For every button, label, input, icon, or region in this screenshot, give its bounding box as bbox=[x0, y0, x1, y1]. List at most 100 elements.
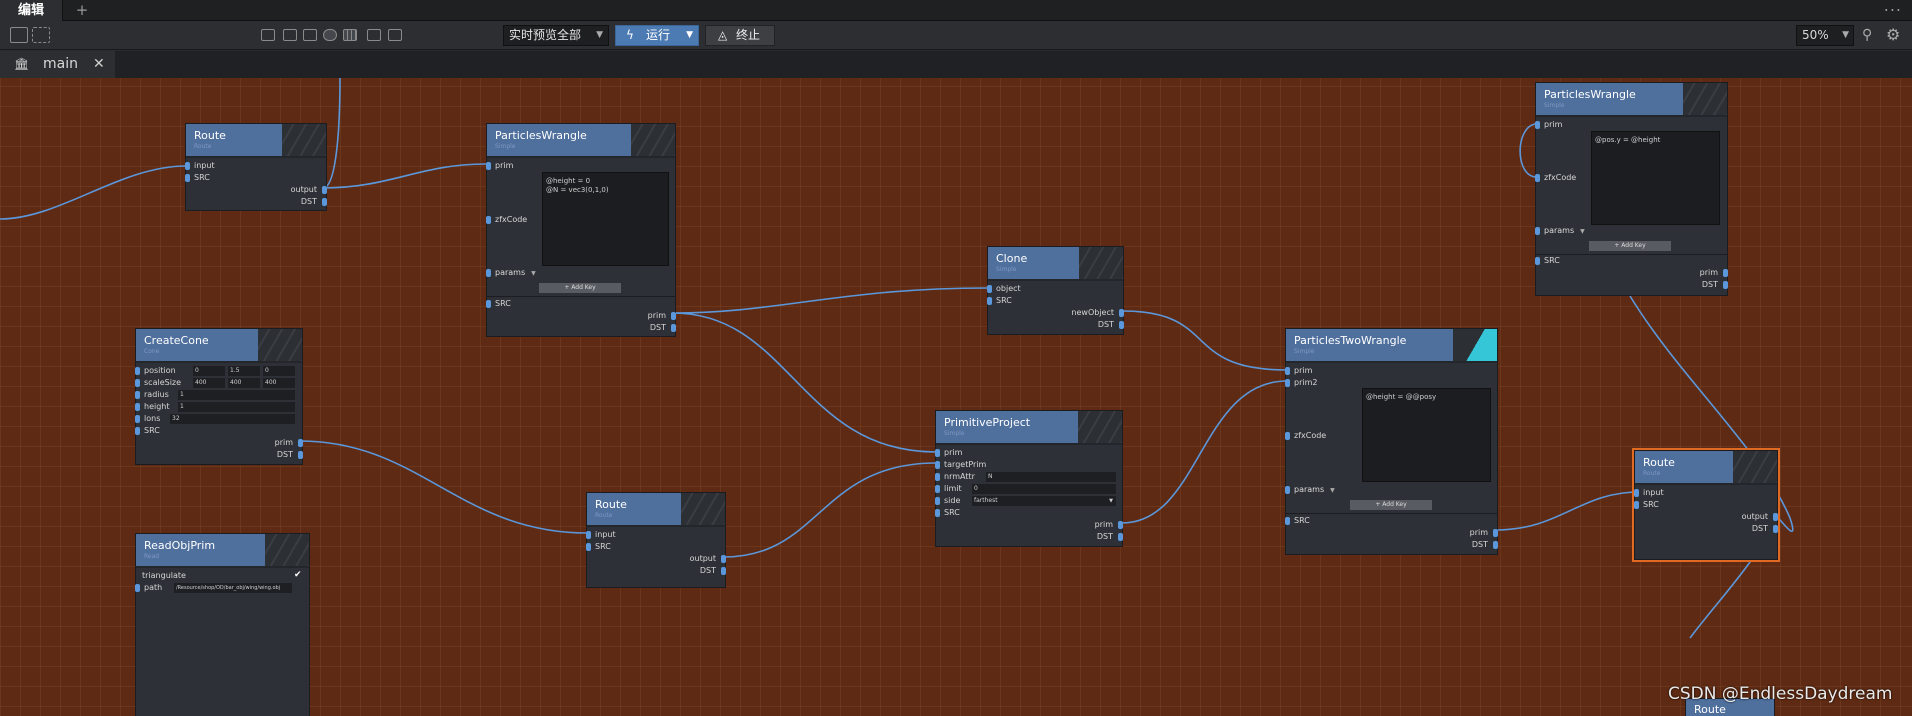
limit-field[interactable]: 0 bbox=[972, 484, 1116, 494]
socket-lons[interactable]: lons bbox=[135, 413, 160, 425]
search-icon[interactable]: ⚲ bbox=[1862, 27, 1880, 45]
socket-dst[interactable]: DST bbox=[650, 322, 676, 334]
socket-src[interactable]: SRC bbox=[987, 295, 1012, 307]
socket-path[interactable]: path bbox=[135, 582, 162, 594]
socket-dst[interactable]: DST bbox=[301, 196, 327, 208]
zfx-code-editor[interactable]: @height = @@posy bbox=[1362, 388, 1491, 482]
socket-output[interactable]: output bbox=[1742, 511, 1778, 523]
node-primitive-project[interactable]: PrimitiveProject Simple prim targetPrim n… bbox=[935, 410, 1123, 547]
socket-prim-out[interactable]: prim bbox=[1700, 267, 1728, 279]
socket-prim-out[interactable]: prim bbox=[275, 437, 303, 449]
zfx-code-editor[interactable]: @height = 0 @N = vec3(0,1,0) bbox=[542, 172, 669, 266]
scale-x-field[interactable]: 400 bbox=[193, 378, 225, 388]
tab-edit[interactable]: 编辑 bbox=[0, 0, 64, 21]
params-row[interactable]: params ▼ bbox=[486, 267, 536, 279]
socket-dst[interactable]: DST bbox=[700, 565, 726, 577]
zoom-select[interactable]: 50% ▼ bbox=[1796, 25, 1854, 46]
node-particles-wrangle-2[interactable]: ParticlesWrangle Simple prim @pos.y = @he… bbox=[1535, 82, 1728, 296]
node-header[interactable]: ParticlesWrangle Simple bbox=[1536, 83, 1727, 117]
socket-radius[interactable]: radius bbox=[135, 389, 169, 401]
socket-prim-out[interactable]: prim bbox=[1470, 527, 1498, 539]
run-dropdown-icon[interactable]: ▼ bbox=[686, 26, 693, 45]
socket-prim-out[interactable]: prim bbox=[648, 310, 676, 322]
tab-main[interactable]: 🏛 main ✕ bbox=[0, 51, 115, 78]
socket-input[interactable]: input bbox=[1634, 487, 1664, 499]
node-clone[interactable]: Clone Simple object SRC newObject DST bbox=[987, 246, 1124, 335]
node-route-2[interactable]: Route Route input SRC output DST bbox=[586, 492, 726, 588]
more-menu-icon[interactable]: ... bbox=[1884, 0, 1902, 15]
socket-dst[interactable]: DST bbox=[1702, 279, 1728, 291]
socket-limit[interactable]: limit bbox=[935, 483, 962, 495]
add-key-button[interactable]: + Add Key bbox=[1589, 241, 1671, 251]
socket-prim2[interactable]: prim2 bbox=[1285, 377, 1317, 389]
preview-mode-select[interactable]: 实时预览全部 ▼ bbox=[503, 25, 609, 46]
node-header[interactable]: PrimitiveProject Simple bbox=[936, 411, 1122, 445]
socket-dst[interactable]: DST bbox=[1472, 539, 1498, 551]
socket-prim[interactable]: prim bbox=[486, 160, 513, 172]
socket-prim[interactable]: prim bbox=[1535, 119, 1562, 131]
terminal-icon[interactable] bbox=[388, 29, 402, 41]
params-row[interactable]: params ▼ bbox=[1285, 484, 1335, 496]
socket-targetprim[interactable]: targetPrim bbox=[935, 459, 986, 471]
socket-side[interactable]: side bbox=[935, 495, 960, 507]
socket-zfxcode[interactable]: zfxCode bbox=[1535, 172, 1576, 184]
socket-src[interactable]: SRC bbox=[486, 298, 511, 310]
node-particles-wrangle-1[interactable]: ParticlesWrangle Simple prim @height = 0 … bbox=[486, 123, 676, 337]
position-z-field[interactable]: 0 bbox=[263, 366, 295, 376]
run-button[interactable]: ϟ 运行 ▼ bbox=[615, 25, 699, 46]
node-header[interactable]: Route Route bbox=[587, 493, 725, 527]
socket-src[interactable]: SRC bbox=[586, 541, 611, 553]
node-canvas[interactable]: Route Route input SRC output DST Particle… bbox=[0, 78, 1912, 716]
socket-prim[interactable]: prim bbox=[935, 447, 962, 459]
node-particles-two-wrangle[interactable]: ParticlesTwoWrangle Simple prim prim2 @he… bbox=[1285, 328, 1498, 555]
socket-newobject[interactable]: newObject bbox=[1071, 307, 1124, 319]
socket-nrmattr[interactable]: nrmAttr bbox=[935, 471, 975, 483]
radius-field[interactable]: 1 bbox=[178, 390, 295, 400]
edit-icon[interactable] bbox=[367, 29, 381, 41]
socket-src[interactable]: SRC bbox=[185, 172, 210, 184]
add-key-button[interactable]: + Add Key bbox=[1350, 500, 1432, 510]
add-key-button[interactable]: + Add Key bbox=[539, 283, 621, 293]
socket-src[interactable]: SRC bbox=[1285, 515, 1310, 527]
close-tab-icon[interactable]: ✕ bbox=[93, 51, 105, 78]
node-header[interactable]: ParticlesTwoWrangle Simple bbox=[1286, 329, 1497, 363]
socket-dst[interactable]: DST bbox=[1097, 531, 1123, 543]
position-y-field[interactable]: 1.5 bbox=[228, 366, 260, 376]
socket-input[interactable]: input bbox=[185, 160, 215, 172]
grid-icon[interactable] bbox=[343, 29, 357, 41]
node-create-cone[interactable]: CreateCone Cone position 0 1.5 0 scaleSiz… bbox=[135, 328, 303, 465]
side-select[interactable]: farthest ▼ bbox=[972, 496, 1116, 506]
node-header[interactable]: Route Route bbox=[186, 124, 326, 158]
socket-dst[interactable]: DST bbox=[1752, 523, 1778, 535]
socket-dst[interactable]: DST bbox=[1098, 319, 1124, 331]
add-tab-button[interactable]: + bbox=[72, 0, 92, 21]
socket-output[interactable]: output bbox=[291, 184, 327, 196]
socket-prim[interactable]: prim bbox=[1285, 365, 1312, 377]
zfx-code-editor[interactable]: @pos.y = @height bbox=[1591, 131, 1720, 225]
socket-zfxcode[interactable]: zfxCode bbox=[486, 214, 527, 226]
socket-src[interactable]: SRC bbox=[135, 425, 160, 437]
socket-src[interactable]: SRC bbox=[935, 507, 960, 519]
tree-view-icon[interactable] bbox=[32, 27, 50, 43]
position-x-field[interactable]: 0 bbox=[193, 366, 225, 376]
socket-prim-out[interactable]: prim bbox=[1095, 519, 1123, 531]
gear-icon[interactable]: ⚙ bbox=[1886, 25, 1904, 44]
node-route-3[interactable]: Route Route input SRC output DST bbox=[1632, 448, 1780, 562]
stop-button[interactable]: ◬ 终止 bbox=[705, 25, 775, 46]
scale-y-field[interactable]: 400 bbox=[228, 378, 260, 388]
node-header[interactable]: CreateCone Cone bbox=[136, 329, 302, 363]
path-field[interactable]: /Resource/shop/OD/bar_obj/wing/wing.obj bbox=[174, 583, 292, 593]
folder-icon[interactable] bbox=[261, 29, 275, 41]
node-header[interactable]: Route Route bbox=[1635, 451, 1777, 485]
socket-object[interactable]: object bbox=[987, 283, 1021, 295]
node-header[interactable]: ReadObjPrim Read bbox=[136, 534, 309, 568]
triangulate-checkbox[interactable]: ✔ bbox=[294, 570, 302, 580]
params-row[interactable]: params ▼ bbox=[1535, 225, 1585, 237]
import-icon[interactable] bbox=[283, 29, 297, 41]
socket-position[interactable]: position bbox=[135, 365, 176, 377]
lons-field[interactable]: 32 bbox=[170, 414, 295, 424]
socket-height[interactable]: height bbox=[135, 401, 170, 413]
socket-dst[interactable]: DST bbox=[277, 449, 303, 461]
node-header[interactable]: Clone Simple bbox=[988, 247, 1123, 281]
node-read-obj-prim[interactable]: ReadObjPrim Read triangulate ✔ path /Reso… bbox=[135, 533, 310, 716]
